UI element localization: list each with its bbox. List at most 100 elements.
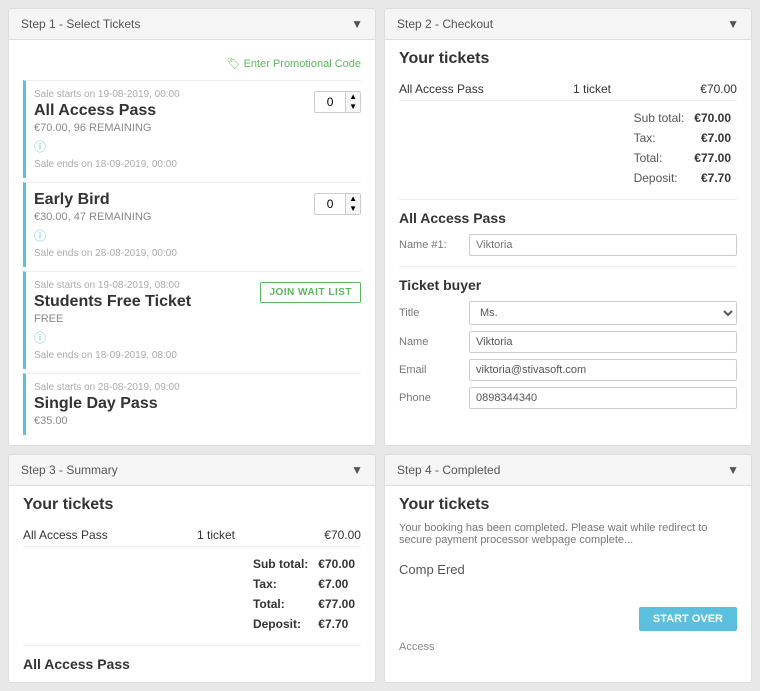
qty-up-1[interactable]: ▲: [346, 92, 360, 102]
ticket-price-4: €35.00: [34, 415, 361, 427]
step2-header: Step 2 - Checkout ▼: [385, 9, 751, 40]
tag-icon: 🏷: [227, 58, 241, 70]
qty-down-2[interactable]: ▼: [346, 204, 360, 214]
step3-deposit-label: Deposit:: [249, 615, 312, 633]
sale-start-label-4: Sale starts on 28-08-2019, 09:00: [34, 382, 361, 393]
info-icon-2[interactable]: ⓘ: [34, 227, 361, 244]
step3-subtotal-row: Sub total: €70.00: [249, 555, 359, 573]
ticket-item-all-access: Sale starts on 19-08-2019, 00:00 All Acc…: [23, 80, 361, 178]
step4-body: Your tickets Your booking has been compl…: [385, 486, 751, 663]
step2-all-access-title: All Access Pass: [399, 210, 737, 226]
step1-header: Step 1 - Select Tickets ▼: [9, 9, 375, 40]
ticket-price-2: €30.00, 47 REMAINING: [34, 211, 361, 223]
step2-phone-group: Phone: [399, 387, 737, 409]
step2-ticket-summary-row: All Access Pass 1 ticket €70.00: [399, 78, 737, 101]
step1-body: 🏷 Enter Promotional Code Sale starts on …: [9, 40, 375, 445]
step2-name-group: Name #1:: [399, 234, 737, 256]
step3-ticket-row: All Access Pass 1 ticket €70.00: [23, 524, 361, 547]
step2-total-value: €77.00: [690, 149, 735, 167]
step2-ticket-price: €70.00: [700, 82, 737, 96]
info-icon-1[interactable]: ⓘ: [34, 138, 361, 155]
step4-title: Step 4 - Completed: [397, 463, 500, 477]
step2-title-label: Title: [399, 307, 469, 319]
promo-link[interactable]: 🏷 Enter Promotional Code: [227, 58, 361, 70]
sale-end-label-1: Sale ends on 18-09-2019, 00:00: [34, 159, 361, 170]
step2-name-field-input[interactable]: [469, 331, 737, 353]
ticket-item-single-day: Sale starts on 28-08-2019, 09:00 Single …: [23, 373, 361, 435]
step4-comp-ered-text: Comp Ered: [399, 562, 737, 577]
info-icon-3[interactable]: ⓘ: [34, 329, 361, 346]
step2-name-field-group: Name: [399, 331, 737, 353]
step2-phone-input[interactable]: [469, 387, 737, 409]
step4-chevron-icon[interactable]: ▼: [727, 463, 739, 477]
step3-tax-value: €7.00: [314, 575, 359, 593]
step2-email-group: Email: [399, 359, 737, 381]
step3-totals: Sub total: €70.00 Tax: €7.00 Total: €77.…: [23, 553, 361, 635]
sale-end-label-2: Sale ends on 28-08-2019, 00:00: [34, 248, 361, 259]
step3-tax-row: Tax: €7.00: [249, 575, 359, 593]
step4-message: Your booking has been completed. Please …: [399, 522, 737, 546]
step2-total-row: Total: €77.00: [630, 149, 735, 167]
step2-deposit-value: €7.70: [690, 169, 735, 187]
step2-title: Step 2 - Checkout: [397, 17, 493, 31]
step2-ticket-buyer-title: Ticket buyer: [399, 277, 737, 293]
step3-deposit-row: Deposit: €7.70: [249, 615, 359, 633]
step3-body: Your tickets All Access Pass 1 ticket €7…: [9, 486, 375, 682]
qty-arrows-2: ▲ ▼: [345, 194, 360, 214]
promo-link-container: 🏷 Enter Promotional Code: [23, 50, 361, 76]
step2-your-tickets-title: Your tickets: [399, 50, 737, 68]
step2-tax-label: Tax:: [630, 129, 689, 147]
step2-chevron-icon[interactable]: ▼: [727, 17, 739, 31]
step2-email-label: Email: [399, 364, 469, 376]
step2-name-input[interactable]: [469, 234, 737, 256]
step4-panel: Step 4 - Completed ▼ Your tickets Your b…: [384, 454, 752, 683]
step3-chevron-icon[interactable]: ▼: [351, 463, 363, 477]
qty-down-1[interactable]: ▼: [346, 102, 360, 112]
step1-chevron-icon[interactable]: ▼: [351, 17, 363, 31]
step2-body: Your tickets All Access Pass 1 ticket €7…: [385, 40, 751, 425]
ticket-item-early-bird: Early Bird €30.00, 47 REMAINING ▲ ▼ ⓘ Sa…: [23, 182, 361, 267]
step4-your-tickets-title: Your tickets: [399, 496, 737, 514]
step2-tax-row: Tax: €7.00: [630, 129, 735, 147]
step3-total-value: €77.00: [314, 595, 359, 613]
qty-box-1: ▲ ▼: [314, 91, 361, 113]
step3-subtotal-label: Sub total:: [249, 555, 312, 573]
comp-ered-label: Comp Ered: [399, 562, 465, 577]
step2-title-group: Title Ms.: [399, 301, 737, 325]
start-over-button[interactable]: START OVER: [639, 607, 737, 631]
step2-ticket-name: All Access Pass: [399, 82, 484, 96]
sale-start-label-1: Sale starts on 19-08-2019, 00:00: [34, 89, 361, 100]
step3-header: Step 3 - Summary ▼: [9, 455, 375, 486]
step4-header: Step 4 - Completed ▼: [385, 455, 751, 486]
step2-divider2: [399, 266, 737, 267]
step2-subtotal-label: Sub total:: [630, 109, 689, 127]
step2-email-input[interactable]: [469, 359, 737, 381]
step2-panel: Step 2 - Checkout ▼ Your tickets All Acc…: [384, 8, 752, 446]
wait-list-button[interactable]: JOIN WAIT LIST: [260, 282, 361, 303]
step2-phone-label: Phone: [399, 392, 469, 404]
step3-ticket-name: All Access Pass: [23, 528, 108, 542]
step3-tax-label: Tax:: [249, 575, 312, 593]
promo-label: Enter Promotional Code: [244, 58, 361, 70]
step3-subtotal-value: €70.00: [314, 555, 359, 573]
step2-deposit-label: Deposit:: [630, 169, 689, 187]
sale-end-label-3: Sale ends on 18-09-2019, 08:00: [34, 350, 361, 361]
qty-up-2[interactable]: ▲: [346, 194, 360, 204]
access-text: Access: [399, 641, 434, 653]
step2-deposit-row: Deposit: €7.70: [630, 169, 735, 187]
step2-title-select[interactable]: Ms.: [469, 301, 737, 325]
step2-ticket-count: 1 ticket: [573, 82, 611, 96]
step3-all-access-title: All Access Pass: [23, 656, 361, 672]
step3-panel: Step 3 - Summary ▼ Your tickets All Acce…: [8, 454, 376, 683]
step2-subtotal-row: Sub total: €70.00: [630, 109, 735, 127]
step2-subtotal-value: €70.00: [690, 109, 735, 127]
ticket-item-students: Sale starts on 19-08-2019, 08:00 Student…: [23, 271, 361, 369]
step3-total-row: Total: €77.00: [249, 595, 359, 613]
step3-ticket-price: €70.00: [324, 528, 361, 542]
step3-ticket-count: 1 ticket: [197, 528, 235, 542]
qty-input-1[interactable]: [315, 93, 345, 111]
qty-input-2[interactable]: [315, 195, 345, 213]
qty-box-2: ▲ ▼: [314, 193, 361, 215]
step4-access-label: Access: [399, 641, 737, 653]
ticket-name-4: Single Day Pass: [34, 395, 361, 413]
